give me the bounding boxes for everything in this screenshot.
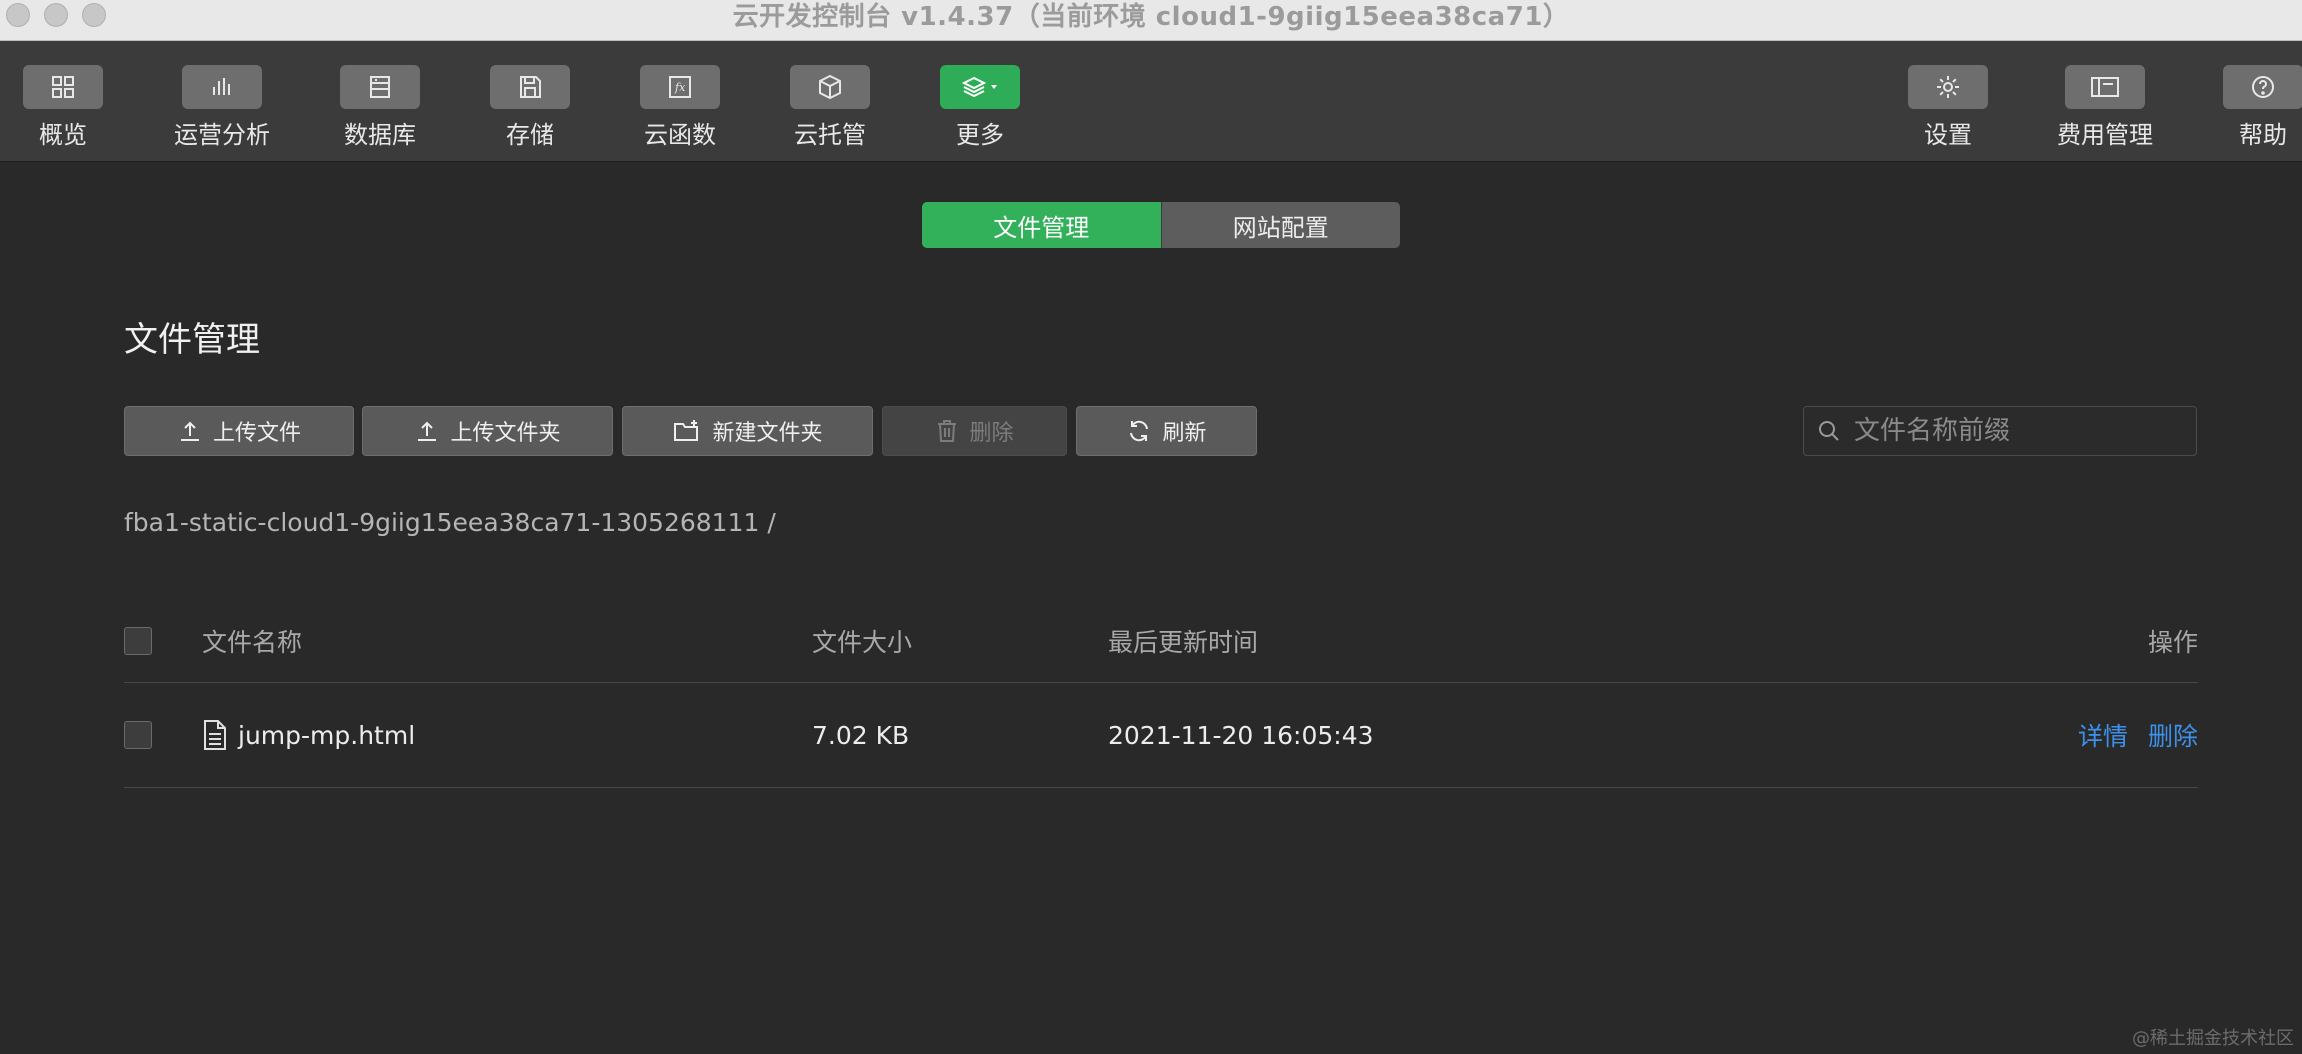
trash-icon bbox=[938, 420, 957, 442]
bar-chart-icon bbox=[213, 78, 230, 95]
table-row: jump-mp.html 7.02 KB 2021-11-20 16:05:43… bbox=[124, 683, 2198, 788]
toolbar-label: 数据库 bbox=[344, 121, 416, 149]
tab-website-config[interactable]: 网站配置 bbox=[1160, 202, 1400, 248]
new-folder-button[interactable]: 新建文件夹 bbox=[622, 406, 873, 456]
toolbar-more[interactable]: 更多 bbox=[905, 65, 1055, 150]
toolbar-database[interactable]: 数据库 bbox=[305, 65, 455, 150]
toolbar-settings[interactable]: 设置 bbox=[1873, 65, 2023, 150]
upload-file-label: 上传文件 bbox=[212, 421, 301, 446]
row-actions: 详情 删除 bbox=[2058, 683, 2198, 787]
toolbar-label: 帮助 bbox=[2239, 121, 2287, 149]
toolbar-label: 存储 bbox=[506, 121, 554, 149]
save-disk-icon bbox=[520, 76, 541, 98]
upload-icon bbox=[180, 421, 199, 441]
billing-icon bbox=[2091, 77, 2119, 97]
delete-button[interactable]: 删除 bbox=[882, 406, 1067, 456]
toolbar-overview[interactable]: 概览 bbox=[0, 65, 138, 150]
row-checkbox-cell bbox=[124, 683, 152, 787]
view-tabs: 文件管理 网站配置 bbox=[922, 202, 1400, 248]
watermark: @稀土掘金技术社区 bbox=[2132, 1028, 2294, 1049]
upload-icon bbox=[418, 421, 437, 441]
layers-icon bbox=[961, 76, 997, 98]
table-header: 文件名称 文件大小 最后更新时间 操作 bbox=[124, 600, 2198, 683]
function-icon: fx bbox=[669, 76, 691, 98]
page-title: 文件管理 bbox=[124, 320, 260, 360]
refresh-button[interactable]: 刷新 bbox=[1076, 406, 1257, 456]
file-table: 文件名称 文件大小 最后更新时间 操作 jump-mp.html 7.02 KB… bbox=[124, 600, 2198, 788]
toolbar-label: 概览 bbox=[39, 121, 87, 149]
new-folder-icon bbox=[674, 420, 699, 441]
cube-icon bbox=[819, 74, 841, 100]
toolbar-analytics[interactable]: 运营分析 bbox=[147, 65, 297, 150]
column-header-updated[interactable]: 最后更新时间 bbox=[1108, 600, 1258, 682]
details-link[interactable]: 详情 bbox=[2078, 717, 2128, 753]
file-size: 7.02 KB bbox=[812, 720, 910, 750]
toolbar-label: 更多 bbox=[956, 121, 1004, 149]
toolbar-cloud-functions[interactable]: fx 云函数 bbox=[605, 65, 755, 150]
help-icon bbox=[2252, 76, 2274, 98]
select-all-checkbox[interactable] bbox=[124, 627, 152, 655]
file-updated-time: 2021-11-20 16:05:43 bbox=[1108, 720, 1374, 750]
select-all-checkbox-cell bbox=[124, 600, 152, 682]
search-icon bbox=[1819, 421, 1839, 441]
upload-folder-label: 上传文件夹 bbox=[450, 421, 561, 446]
svg-text:fx: fx bbox=[674, 81, 686, 94]
toolbar-cloud-hosting[interactable]: 云托管 bbox=[755, 65, 905, 150]
toolbar-label: 设置 bbox=[1924, 121, 1972, 149]
search-input[interactable] bbox=[1852, 415, 2176, 447]
window-titlebar: 云开发控制台 v1.4.37（当前环境 cloud1-9giig15eea38c… bbox=[0, 0, 2302, 41]
file-name-cell[interactable]: jump-mp.html bbox=[202, 683, 415, 787]
toolbar-label: 运营分析 bbox=[174, 121, 270, 149]
row-checkbox[interactable] bbox=[124, 721, 152, 749]
refresh-label: 刷新 bbox=[1162, 421, 1207, 446]
delete-link[interactable]: 删除 bbox=[2148, 717, 2198, 753]
gear-icon bbox=[1937, 76, 1959, 98]
upload-file-button[interactable]: 上传文件 bbox=[124, 406, 354, 456]
window-title: 云开发控制台 v1.4.37（当前环境 cloud1-9giig15eea38c… bbox=[732, 2, 1570, 32]
toolbar-billing[interactable]: 费用管理 bbox=[2030, 65, 2180, 150]
toolbar-storage[interactable]: 存储 bbox=[455, 65, 605, 150]
column-header-size[interactable]: 文件大小 bbox=[812, 600, 912, 682]
toolbar-label: 云托管 bbox=[794, 121, 866, 149]
column-header-actions: 操作 bbox=[2147, 628, 2198, 657]
grid-icon bbox=[52, 76, 74, 98]
main-toolbar: 概览 运营分析 数据库 存储 fx 云函数 云托管 更多 设置 费用管理 帮助 bbox=[0, 41, 2302, 162]
refresh-icon bbox=[1130, 420, 1149, 442]
file-document-icon bbox=[204, 720, 226, 750]
tab-file-management[interactable]: 文件管理 bbox=[922, 202, 1161, 248]
database-icon bbox=[370, 76, 390, 98]
breadcrumb[interactable]: fba1-static-cloud1-9giig15eea38ca71-1305… bbox=[124, 508, 776, 537]
toolbar-help[interactable]: 帮助 bbox=[2188, 65, 2302, 150]
upload-folder-button[interactable]: 上传文件夹 bbox=[362, 406, 613, 456]
new-folder-label: 新建文件夹 bbox=[712, 421, 823, 446]
toolbar-label: 云函数 bbox=[644, 121, 716, 149]
delete-label: 删除 bbox=[969, 421, 1014, 446]
column-header-name[interactable]: 文件名称 bbox=[202, 600, 302, 682]
search-box bbox=[1803, 406, 2197, 456]
file-name: jump-mp.html bbox=[238, 720, 416, 750]
toolbar-label: 费用管理 bbox=[2057, 121, 2153, 149]
